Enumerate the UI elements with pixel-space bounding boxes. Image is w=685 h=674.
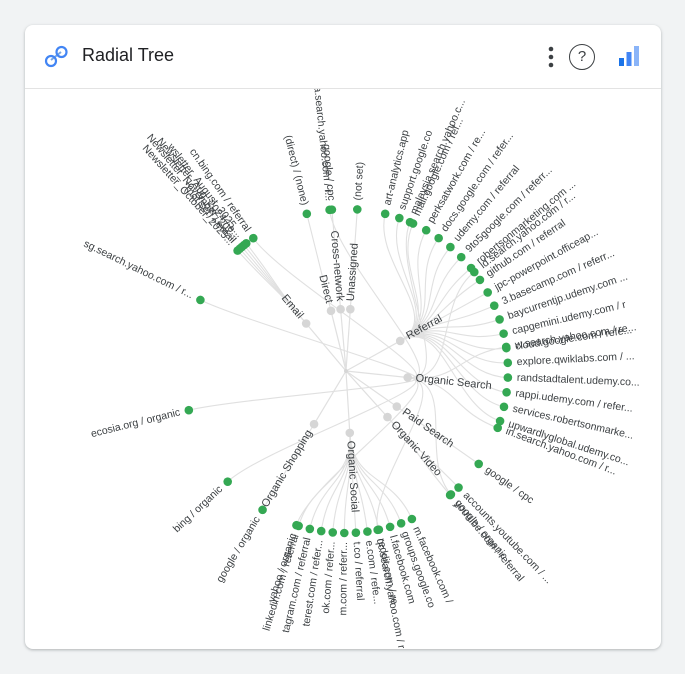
group-label-organic-search: Organic Search <box>415 372 492 392</box>
radial-tree-logo-icon <box>44 45 68 68</box>
leaf-node-referral-15[interactable] <box>503 373 513 382</box>
link-organic-search-0 <box>200 299 416 379</box>
leaf-node-organic-social-9[interactable] <box>305 524 315 534</box>
link-root-organic-search <box>345 370 408 379</box>
leaf-node-organic-social-8[interactable] <box>316 526 326 536</box>
leaf-label-referral-14: explore.qwiklabs.com / ... <box>516 350 634 368</box>
leaf-label-paid-search-0: google / cpc <box>483 464 536 506</box>
group-node-organic-video[interactable] <box>383 412 392 422</box>
leaf-node-referral-12[interactable] <box>499 329 508 338</box>
leaf-node-referral-16[interactable] <box>502 388 511 397</box>
leaf-node-cross-network-0[interactable] <box>327 205 337 214</box>
leaf-node-organic-social-10[interactable] <box>294 521 303 531</box>
bar-chart-icon[interactable] <box>617 44 641 68</box>
leaf-node-referral-13[interactable] <box>502 343 511 353</box>
leaf-node-direct-0[interactable] <box>302 209 312 219</box>
leaf-node-organic-video-1[interactable] <box>445 490 455 500</box>
leaf-node-unassigned-0[interactable] <box>353 205 362 214</box>
leaf-node-organic-social-1[interactable] <box>396 519 406 528</box>
leaf-node-referral-17[interactable] <box>499 402 509 412</box>
leaf-label-direct-0: (direct) / (none) <box>282 134 311 207</box>
leaf-node-organic-social-5[interactable] <box>351 528 361 537</box>
link-root-organic-shopping <box>313 370 347 425</box>
leaf-node-referral-5[interactable] <box>446 242 455 252</box>
link-organic-search-3 <box>405 221 427 379</box>
group-label-organic-shopping: Organic Shopping <box>259 428 315 510</box>
link-organic-search-11 <box>188 376 416 411</box>
leaf-node-organic-video-0[interactable] <box>454 483 463 492</box>
leaf-label-organic-shopping-0: google / organic <box>214 514 263 584</box>
leaf-label-organic-search-11: ecosia.org / organic <box>90 406 182 440</box>
link-referral-15 <box>399 334 508 379</box>
leaf-node-referral-9[interactable] <box>483 288 492 297</box>
group-label-email: Email <box>279 292 306 321</box>
leaf-label-organic-social-5: t.co / referral <box>351 541 367 601</box>
group-node-unassigned[interactable] <box>346 304 355 314</box>
leaf-node-email-4[interactable] <box>241 239 251 248</box>
leaf-node-referral-1[interactable] <box>395 213 404 223</box>
group-node-organic-search[interactable] <box>403 373 412 382</box>
link-root-organic-video <box>345 370 388 418</box>
leaf-node-referral-14[interactable] <box>503 358 513 368</box>
leaf-node-organic-search-1[interactable] <box>248 233 258 243</box>
group-node-email[interactable] <box>301 319 311 328</box>
leaf-label-referral-15: randstadtalent.udemy.co... <box>517 372 640 389</box>
more-vert-icon[interactable] <box>542 45 560 69</box>
leaf-node-organic-social-7[interactable] <box>328 528 338 537</box>
leaf-label-organic-search-0: sg.search.yahoo.com / r... <box>82 238 195 301</box>
link-root-organic-social <box>345 370 351 433</box>
leaf-node-referral-3[interactable] <box>421 225 431 235</box>
leaf-node-referral-10[interactable] <box>489 301 499 310</box>
leaf-node-referral-11[interactable] <box>495 315 504 324</box>
leaf-node-organic-search-0[interactable] <box>196 295 205 305</box>
group-node-referral[interactable] <box>395 336 405 346</box>
leaf-node-referral-0[interactable] <box>380 209 390 219</box>
leaf-node-organic-social-4[interactable] <box>363 527 372 536</box>
leaf-node-organic-social-0[interactable] <box>407 514 417 524</box>
leaf-node-organic-social-2[interactable] <box>385 522 395 532</box>
group-label-organic-social: Organic Social <box>344 440 360 512</box>
root-node <box>344 369 348 373</box>
leaf-node-referral-18[interactable] <box>495 416 505 426</box>
leaf-node-referral-4[interactable] <box>434 233 443 243</box>
leaf-label-organic-social-6: m.com / referr... <box>337 542 350 616</box>
leaf-node-organic-search-11[interactable] <box>184 405 194 415</box>
group-node-organic-social[interactable] <box>345 428 355 438</box>
card-header: Radial Tree ? <box>25 25 661 89</box>
leaf-node-referral-6[interactable] <box>456 252 466 262</box>
leaf-node-organic-social-6[interactable] <box>340 528 349 538</box>
page-title: Radial Tree <box>82 45 175 65</box>
group-node-direct[interactable] <box>326 306 336 316</box>
group-node-organic-shopping[interactable] <box>309 419 319 429</box>
leaf-node-organic-social-3[interactable] <box>374 525 384 534</box>
link-root-unassigned <box>345 309 351 372</box>
leaf-node-referral-8[interactable] <box>475 275 485 285</box>
radial-tree-card: Radial Tree ? sg.search.yahoo.com / r...… <box>25 25 661 649</box>
group-node-paid-search[interactable] <box>392 402 402 411</box>
radial-tree-chart: sg.search.yahoo.com / r...cn.bing.com / … <box>82 89 640 649</box>
leaf-node-paid-search-0[interactable] <box>474 459 484 469</box>
leaf-label-organic-search-10: bing / organic <box>171 483 225 535</box>
help-button[interactable]: ? <box>569 44 595 70</box>
group-node-cross-network[interactable] <box>336 304 345 314</box>
leaf-label-unassigned-0: (not set) <box>352 162 367 201</box>
tree-labels: sg.search.yahoo.com / r...cn.bing.com / … <box>82 89 640 649</box>
leaf-node-referral-2[interactable] <box>408 219 418 228</box>
leaf-node-referral-7[interactable] <box>466 263 476 273</box>
leaf-node-organic-search-10[interactable] <box>223 477 232 486</box>
